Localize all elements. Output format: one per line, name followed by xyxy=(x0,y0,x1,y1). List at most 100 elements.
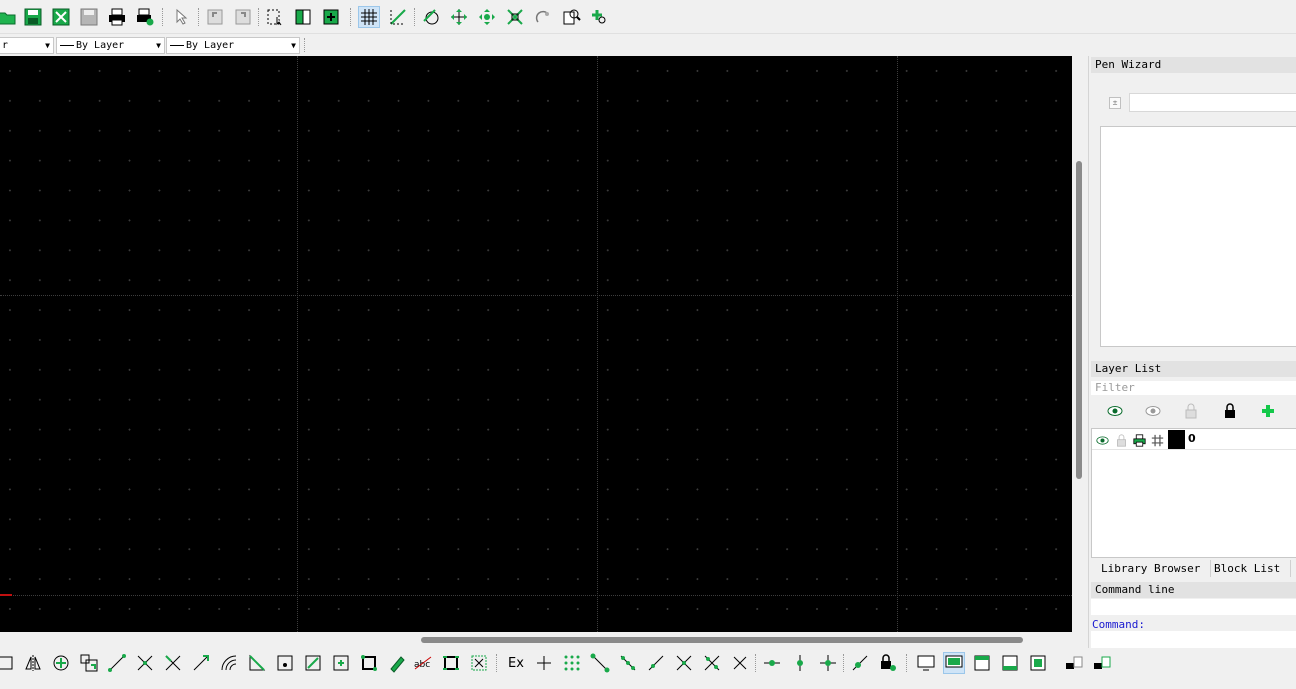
command-history xyxy=(1091,599,1296,615)
text-edit-icon[interactable]: abc xyxy=(412,652,434,674)
zoom-in-icon[interactable] xyxy=(476,6,498,28)
view-print-icon[interactable] xyxy=(943,652,965,674)
chamfer-icon[interactable] xyxy=(246,652,268,674)
dock-widget-icon[interactable] xyxy=(1063,652,1085,674)
select-window-icon[interactable] xyxy=(440,652,462,674)
snap-middle-icon[interactable] xyxy=(673,652,695,674)
drawing-canvas[interactable] xyxy=(0,56,1072,632)
restrict-orthogonal-icon[interactable] xyxy=(817,652,839,674)
bevel-icon[interactable] xyxy=(330,652,352,674)
command-line-title: Command line xyxy=(1091,582,1296,598)
hide-all-layers-icon[interactable] xyxy=(1142,401,1164,421)
command-label: Command: xyxy=(1092,618,1145,631)
move-icon[interactable] xyxy=(106,652,128,674)
tab-block-list[interactable]: Block List xyxy=(1204,560,1292,577)
view-top-icon[interactable] xyxy=(971,652,993,674)
chevron-down-icon: ▼ xyxy=(291,41,296,50)
trim2-icon[interactable] xyxy=(162,652,184,674)
explode-icon[interactable] xyxy=(358,652,380,674)
snap-distance-icon[interactable] xyxy=(701,652,723,674)
redraw-icon[interactable] xyxy=(420,6,442,28)
snap-grid-icon[interactable] xyxy=(561,652,583,674)
layer-filter-input[interactable]: Filter xyxy=(1091,381,1296,395)
layer-construction-icon[interactable] xyxy=(1149,432,1165,448)
pen-wizard-toggle[interactable]: ± xyxy=(1109,97,1121,109)
snap-on-entity-icon[interactable] xyxy=(617,652,639,674)
add-block-icon[interactable] xyxy=(320,6,342,28)
draft-mode-icon[interactable] xyxy=(387,6,409,28)
save-as-icon[interactable] xyxy=(50,6,72,28)
block-select-icon[interactable] xyxy=(264,6,286,28)
status-bar xyxy=(0,678,1296,689)
mirror-icon[interactable] xyxy=(22,652,44,674)
save-icon[interactable] xyxy=(22,6,44,28)
open-icon[interactable] xyxy=(0,6,18,28)
tab-library-browser[interactable]: Library Browser xyxy=(1091,560,1212,577)
layer-visible-icon[interactable] xyxy=(1094,432,1110,448)
grid-icon[interactable] xyxy=(358,6,380,28)
rectangle-icon[interactable] xyxy=(0,652,16,674)
stretch-icon[interactable] xyxy=(302,652,324,674)
snap-free-icon[interactable] xyxy=(533,652,555,674)
width-combo-value: By Layer xyxy=(186,40,235,51)
layer-print-icon[interactable] xyxy=(1131,432,1147,448)
print-preview-icon[interactable] xyxy=(134,6,156,28)
snap-center-icon[interactable] xyxy=(645,652,667,674)
snap-endpoint-icon[interactable] xyxy=(589,652,611,674)
layer-combo[interactable]: r ▼ xyxy=(0,37,54,54)
rotate-icon[interactable] xyxy=(50,652,72,674)
snap-exclusive-label[interactable]: Ex xyxy=(508,656,524,671)
main-toolbar xyxy=(0,0,1296,34)
show-all-layers-icon[interactable] xyxy=(1104,401,1126,421)
view-bottom-icon[interactable] xyxy=(999,652,1021,674)
layer-color-swatch[interactable] xyxy=(1168,430,1185,449)
view-screen-icon[interactable] xyxy=(915,652,937,674)
extend-icon[interactable] xyxy=(190,652,212,674)
layer-row[interactable]: 0 xyxy=(1092,429,1296,450)
zoom-previous-icon[interactable] xyxy=(532,6,554,28)
block-icon[interactable] xyxy=(292,6,314,28)
pen-wizard-input[interactable] xyxy=(1129,93,1296,112)
save-all-icon[interactable] xyxy=(78,6,100,28)
command-input[interactable] xyxy=(1091,631,1296,648)
zoom-pan-move-icon[interactable] xyxy=(588,6,610,28)
width-combo[interactable]: By Layer ▼ xyxy=(166,37,300,54)
select-pointer-icon[interactable] xyxy=(170,6,192,28)
lock-relative-zero-icon[interactable] xyxy=(877,652,899,674)
pen-wizard-list[interactable] xyxy=(1100,126,1296,347)
unlock-all-layers-icon[interactable] xyxy=(1180,401,1202,421)
chevron-down-icon: ▼ xyxy=(45,41,50,50)
bottom-toolbar: abc Ex xyxy=(0,648,1296,678)
layer-combo-value: r xyxy=(2,40,9,51)
pen-wizard-title: Pen Wizard xyxy=(1091,57,1296,73)
layer-name: 0 xyxy=(1188,432,1196,445)
view-frame-icon[interactable] xyxy=(1027,652,1049,674)
zoom-pan-icon[interactable] xyxy=(448,6,470,28)
deselect-icon[interactable] xyxy=(468,652,490,674)
layer-lock-icon[interactable] xyxy=(1113,432,1129,448)
chevron-down-icon: ▼ xyxy=(156,41,161,50)
restrict-horizontal-icon[interactable] xyxy=(761,652,783,674)
undo-icon[interactable] xyxy=(204,6,226,28)
right-dock: Pen Wizard ± Layer List Filter 0 Library… xyxy=(1088,56,1296,648)
linetype-combo-value: By Layer xyxy=(76,40,125,51)
print-icon[interactable] xyxy=(106,6,128,28)
zoom-auto-icon[interactable] xyxy=(504,6,526,28)
restrict-vertical-icon[interactable] xyxy=(789,652,811,674)
zoom-window-icon[interactable] xyxy=(560,6,582,28)
snap-intersection-icon[interactable] xyxy=(729,652,751,674)
offset-icon[interactable] xyxy=(218,652,240,674)
relative-zero-icon[interactable] xyxy=(849,652,871,674)
vertical-scrollbar[interactable] xyxy=(1072,56,1087,632)
redo-icon[interactable] xyxy=(232,6,254,28)
fillet-icon[interactable] xyxy=(274,652,296,674)
origin-marker xyxy=(0,594,12,596)
trim-icon[interactable] xyxy=(134,652,156,674)
add-layer-icon[interactable] xyxy=(1257,401,1279,421)
linetype-combo[interactable]: By Layer ▼ xyxy=(56,37,165,54)
dock-widget2-icon[interactable] xyxy=(1091,652,1113,674)
scale-icon[interactable] xyxy=(78,652,100,674)
properties-icon[interactable] xyxy=(386,652,408,674)
horizontal-scrollbar[interactable] xyxy=(0,632,1087,647)
lock-all-layers-icon[interactable] xyxy=(1219,401,1241,421)
